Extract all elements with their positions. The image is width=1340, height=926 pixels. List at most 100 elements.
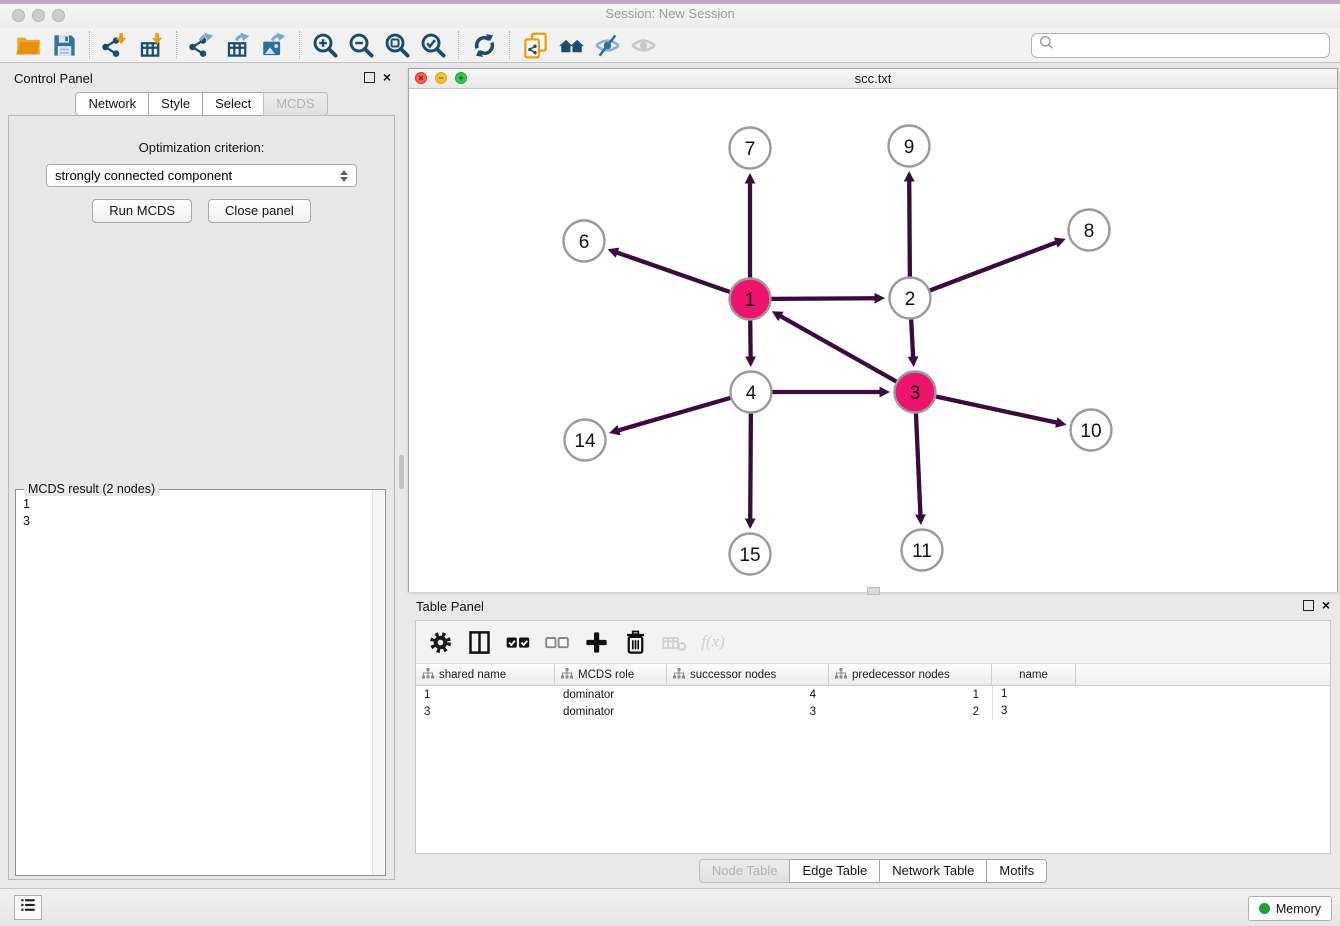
table-row[interactable]: 3dominator323 xyxy=(416,703,1330,720)
export-table-icon[interactable] xyxy=(220,30,256,60)
cell-shared-name[interactable]: 1 xyxy=(416,689,555,701)
tab-network-table[interactable]: Network Table xyxy=(879,859,987,883)
export-network-icon[interactable] xyxy=(184,30,220,60)
edge-1-2[interactable] xyxy=(772,298,875,299)
cell-successor-nodes[interactable]: 3 xyxy=(667,706,829,718)
panel-splitter[interactable] xyxy=(399,455,404,489)
zoom-fit-icon[interactable] xyxy=(379,30,415,60)
run-mcds-button[interactable]: Run MCDS xyxy=(92,199,192,223)
first-neighbors-icon[interactable] xyxy=(553,30,589,60)
table-panel: Table Panel × f(x) shared nameMCDS roles… xyxy=(408,596,1338,888)
tab-mcds[interactable]: MCDS xyxy=(263,92,327,116)
network-window-titlebar[interactable]: × − + scc.txt xyxy=(409,69,1337,89)
column-label: MCDS role xyxy=(578,669,634,681)
network-canvas[interactable]: 7968124314101511 xyxy=(409,89,1337,592)
zoom-selected-icon[interactable] xyxy=(415,30,451,60)
search-input[interactable] xyxy=(1057,35,1329,56)
cell-shared-name[interactable]: 3 xyxy=(416,706,555,718)
cell-predecessor-nodes[interactable]: 2 xyxy=(829,706,992,718)
column-header-successor-nodes[interactable]: successor nodes xyxy=(667,664,829,685)
column-type-icon xyxy=(835,668,847,682)
column-header-MCDS-role[interactable]: MCDS role xyxy=(555,664,667,685)
apply-layout-icon[interactable] xyxy=(466,30,502,60)
hide-graphics-details-icon[interactable] xyxy=(589,30,625,60)
toolbar-separator xyxy=(89,31,90,59)
node-label-11: 11 xyxy=(912,541,932,562)
result-scrollbar[interactable] xyxy=(372,491,384,874)
column-header-predecessor-nodes[interactable]: predecessor nodes xyxy=(829,664,992,685)
window-resize-grip[interactable] xyxy=(867,587,880,595)
network-window-title: scc.txt xyxy=(409,71,1337,86)
select-all-checkboxes-icon[interactable] xyxy=(504,628,532,656)
search-box[interactable] xyxy=(1031,33,1330,58)
search-icon xyxy=(1037,33,1057,58)
clone-network-icon[interactable] xyxy=(517,30,553,60)
node-table: f(x) shared name MCDS role successor nodes… xyxy=(415,620,1331,854)
tab-edge-table[interactable]: Edge Table xyxy=(789,859,880,883)
toolbar-separator xyxy=(176,31,177,59)
edge-arrowhead-4-15 xyxy=(745,518,756,529)
edge-4-15[interactable] xyxy=(750,414,751,519)
deselect-all-checkboxes-icon[interactable] xyxy=(543,628,571,656)
column-label: name xyxy=(1019,669,1048,681)
node-label-9: 9 xyxy=(904,137,915,158)
cell-predecessor-nodes[interactable]: 1 xyxy=(829,689,992,701)
edge-2-3[interactable] xyxy=(911,320,913,357)
column-header-shared-name[interactable]: shared name xyxy=(416,664,555,685)
dropdown-stepper-icon xyxy=(340,170,348,182)
open-session-icon[interactable] xyxy=(10,30,46,60)
close-panel-button[interactable]: Close panel xyxy=(208,199,311,223)
cell-MCDS-role[interactable]: dominator xyxy=(555,689,667,701)
window-title: Session: New Session xyxy=(0,6,1340,21)
cell-successor-nodes[interactable]: 4 xyxy=(667,689,829,701)
column-type-icon xyxy=(673,668,685,682)
close-table-panel-icon[interactable]: × xyxy=(1322,600,1330,611)
edge-3-1[interactable] xyxy=(781,316,896,381)
edge-arrowhead-3-11 xyxy=(915,514,926,525)
criterion-dropdown[interactable]: strongly connected component xyxy=(46,164,357,187)
tab-node-table[interactable]: Node Table xyxy=(699,859,791,883)
node-label-6: 6 xyxy=(579,232,590,253)
mcds-tab-content: Optimization criterion: strongly connect… xyxy=(8,115,395,880)
tab-network[interactable]: Network xyxy=(75,92,149,116)
import-network-icon[interactable] xyxy=(97,30,133,60)
result-line: 1 xyxy=(23,496,379,513)
edge-3-11[interactable] xyxy=(916,414,920,515)
delete-table-icon xyxy=(660,628,688,656)
column-label: shared name xyxy=(439,669,506,681)
cell-MCDS-role[interactable]: dominator xyxy=(555,706,667,718)
edge-1-6[interactable] xyxy=(618,253,730,292)
zoom-out-icon[interactable] xyxy=(343,30,379,60)
close-panel-icon[interactable]: × xyxy=(383,72,391,83)
export-image-icon[interactable] xyxy=(256,30,292,60)
column-type-icon xyxy=(561,668,573,682)
toolbar-separator xyxy=(299,31,300,59)
edge-2-8[interactable] xyxy=(931,243,1056,291)
create-column-icon[interactable] xyxy=(582,628,610,656)
zoom-in-icon[interactable] xyxy=(307,30,343,60)
task-history-button[interactable] xyxy=(14,895,42,920)
float-panel-icon[interactable] xyxy=(364,72,375,83)
edge-3-10[interactable] xyxy=(937,397,1057,423)
toggle-column-view-icon[interactable] xyxy=(465,628,493,656)
tab-style[interactable]: Style xyxy=(148,92,203,116)
column-label: predecessor nodes xyxy=(852,669,950,681)
table-options-gear-icon[interactable] xyxy=(426,628,454,656)
tab-select[interactable]: Select xyxy=(202,92,264,116)
cell-name[interactable]: 1 xyxy=(992,686,1076,703)
cell-name[interactable]: 3 xyxy=(992,703,1076,720)
node-label-3: 3 xyxy=(910,383,921,404)
float-table-panel-icon[interactable] xyxy=(1303,600,1314,611)
table-body: 1dominator4113dominator323 xyxy=(416,686,1330,720)
table-row[interactable]: 1dominator411 xyxy=(416,686,1330,703)
edge-2-9[interactable] xyxy=(909,181,910,276)
edge-arrowhead-1-4 xyxy=(745,356,756,367)
tab-motifs[interactable]: Motifs xyxy=(986,859,1047,883)
column-header-name[interactable]: name xyxy=(992,664,1076,685)
memory-button[interactable]: Memory xyxy=(1248,896,1332,921)
import-table-icon[interactable] xyxy=(133,30,169,60)
edge-4-14[interactable] xyxy=(619,398,730,430)
save-session-icon[interactable] xyxy=(46,30,82,60)
delete-columns-icon[interactable] xyxy=(621,628,649,656)
function-builder-icon: f(x) xyxy=(699,628,727,656)
